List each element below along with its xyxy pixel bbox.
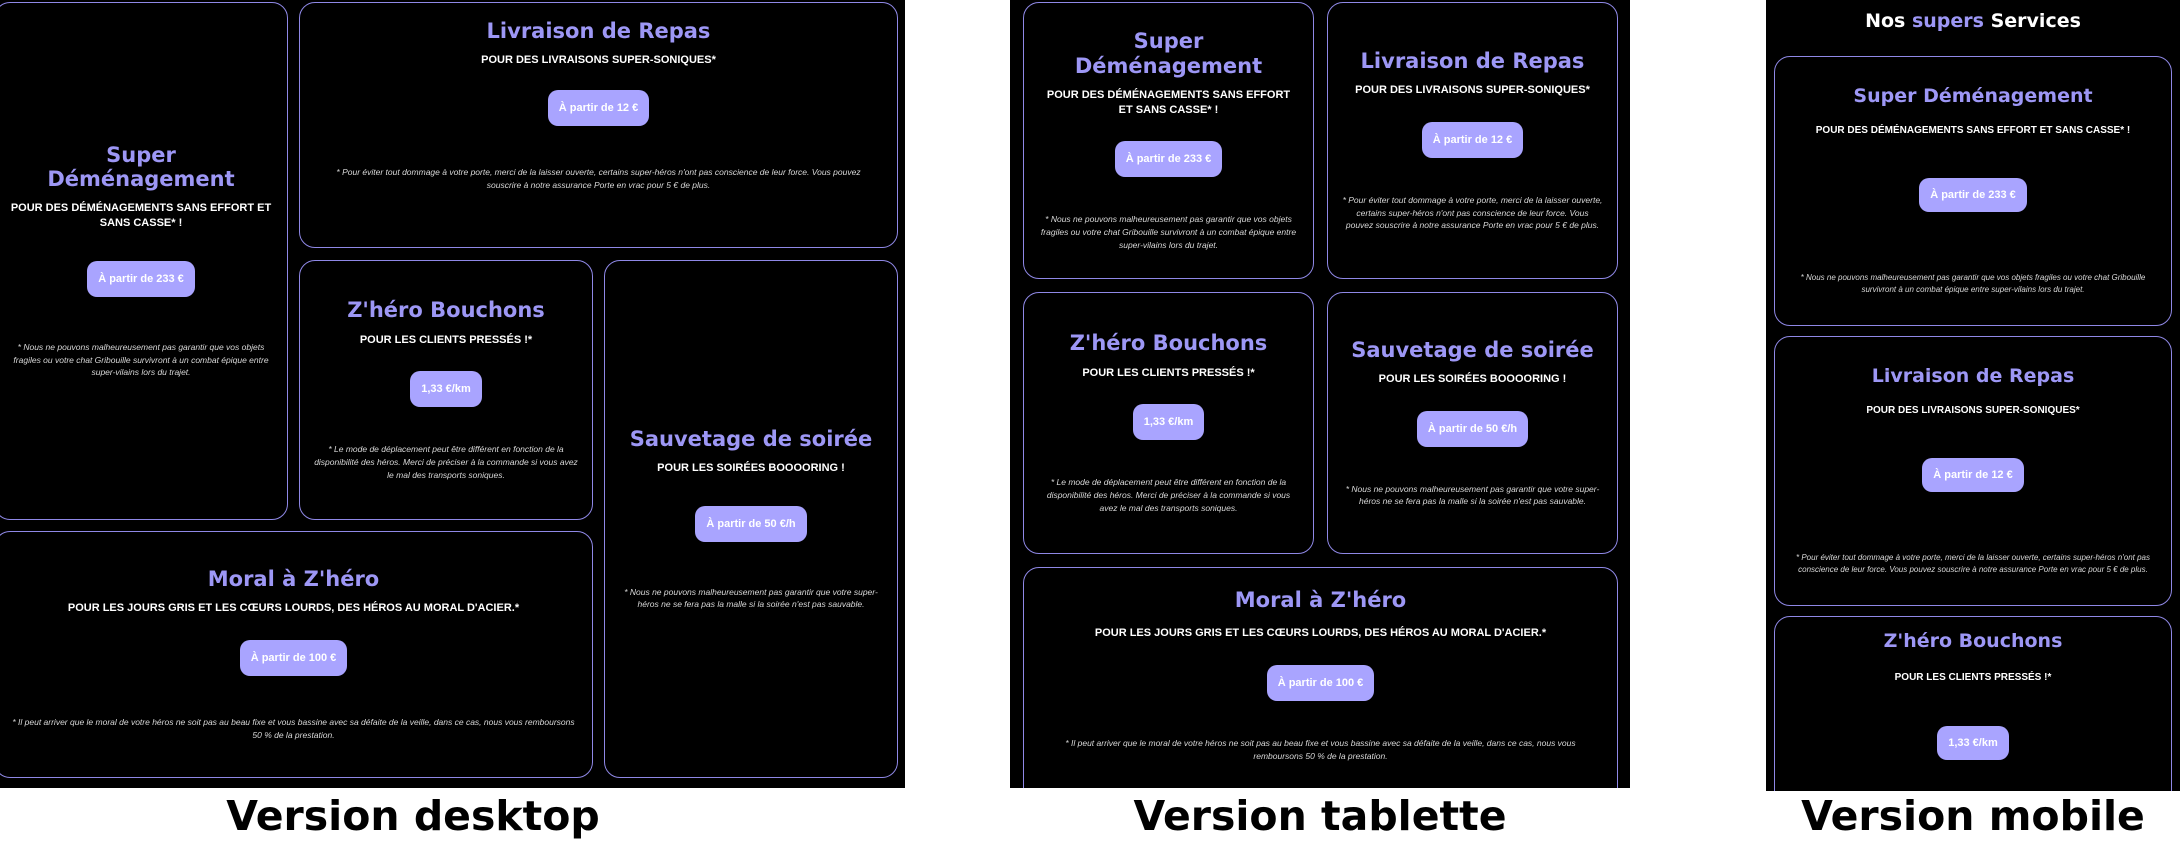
card-subtitle: POUR DES LIVRAISONS SUPER-SONIQUES* — [481, 54, 716, 67]
price-button[interactable]: À partir de 12 € — [1922, 457, 2024, 492]
card-subtitle: POUR DES DÉMÉNAGEMENTS SANS EFFORT ET SA… — [1815, 125, 2131, 137]
card-note: * Nous ne pouvons malheureusement pas ga… — [624, 586, 878, 610]
card-bouchons: Z'héro Bouchons POUR LES CLIENTS PRESSÉS… — [299, 260, 593, 520]
card-subtitle: POUR LES CLIENTS PRESSÉS !* — [1894, 671, 2052, 683]
caption-desktop: Version desktop — [226, 792, 600, 840]
card-note: * Pour éviter tout dommage à votre porte… — [1796, 552, 2150, 574]
desktop-preview: Super Déménagement POUR DES DÉMÉNAGEMENT… — [0, 0, 905, 788]
card-subtitle: POUR LES SOIRÉES BOOOORING ! — [657, 461, 845, 474]
card-soiree: Sauvetage de soirée POUR LES SOIRÉES BOO… — [604, 260, 898, 778]
card-subtitle: POUR DES LIVRAISONS SUPER-SONIQUES* — [1866, 405, 2080, 417]
card-subtitle: POUR DES LIVRAISONS SUPER-SONIQUES* — [1355, 84, 1590, 97]
card-note: * Nous ne pouvons malheureusement pas ga… — [1800, 272, 2146, 294]
price-button[interactable]: À partir de 233 € — [87, 260, 195, 297]
price-button[interactable]: À partir de 12 € — [547, 89, 650, 126]
card-demenagement: Super Déménagement POUR DES DÉMÉNAGEMENT… — [1023, 2, 1314, 279]
price-button[interactable]: À partir de 100 € — [239, 640, 348, 677]
card-subtitle: POUR LES JOURS GRIS ET LES CŒURS LOURDS,… — [1094, 627, 1547, 640]
card-bouchons: Z'héro Bouchons POUR LES CLIENTS PRESSÉS… — [1023, 292, 1314, 554]
card-title: Moral à Z'héro — [1234, 588, 1407, 612]
card-moral: Moral à Z'héro POUR LES JOURS GRIS ET LE… — [0, 531, 593, 778]
card-title: Z'héro Bouchons — [1883, 630, 2063, 652]
card-title: Super Déménagement — [47, 142, 235, 192]
card-demenagement: Super Déménagement POUR DES DÉMÉNAGEMENT… — [0, 2, 288, 520]
card-title: Livraison de Repas — [1360, 48, 1585, 73]
card-title: Z'héro Bouchons — [347, 298, 545, 323]
card-title: Super Déménagement — [1074, 29, 1263, 78]
card-livraison: Livraison de Repas POUR DES LIVRAISONS S… — [1774, 336, 2172, 606]
card-title: Livraison de Repas — [486, 19, 711, 43]
price-button[interactable]: 1,33 €/km — [1132, 404, 1205, 441]
section-heading: Nos supers Services — [1766, 10, 2180, 32]
card-bouchons: Z'héro Bouchons POUR LES CLIENTS PRESSÉS… — [1774, 616, 2172, 791]
caption-mobile: Version mobile — [1801, 792, 2145, 840]
card-title: Livraison de Repas — [1871, 365, 2075, 388]
card-note: * Il peut arriver que le moral de votre … — [12, 717, 575, 740]
heading-part: Services — [1990, 10, 2081, 32]
price-button[interactable]: À partir de 233 € — [1114, 141, 1223, 178]
price-button[interactable]: À partir de 50 €/h — [695, 505, 807, 542]
card-subtitle: POUR DES DÉMÉNAGEMENTS SANS EFFORT ET SA… — [10, 202, 272, 230]
card-title: Sauvetage de soirée — [629, 426, 873, 451]
card-moral: Moral à Z'héro POUR LES JOURS GRIS ET LE… — [1023, 567, 1618, 788]
mobile-preview: Nos supers Services Super Déménagement P… — [1766, 0, 2180, 791]
card-soiree: Sauvetage de soirée POUR LES SOIRÉES BOO… — [1327, 292, 1618, 554]
caption-tablet: Version tablette — [1133, 792, 1507, 840]
card-note: * Nous ne pouvons malheureusement pas ga… — [1345, 483, 1600, 507]
card-demenagement: Super Déménagement POUR DES DÉMÉNAGEMENT… — [1774, 56, 2172, 326]
card-subtitle: POUR DES DÉMÉNAGEMENTS SANS EFFORT ET SA… — [1046, 88, 1291, 116]
card-note: * Le mode de déplacement peut être diffé… — [314, 444, 578, 480]
heading-accent: supers — [1911, 10, 1984, 32]
card-note: * Pour éviter tout dommage à votre porte… — [1342, 194, 1603, 231]
tablet-preview: Super Déménagement POUR DES DÉMÉNAGEMENT… — [1010, 0, 1630, 788]
card-subtitle: POUR LES JOURS GRIS ET LES CŒURS LOURDS,… — [67, 602, 520, 615]
card-subtitle: POUR LES CLIENTS PRESSÉS !* — [359, 333, 533, 346]
price-button[interactable]: 1,33 €/km — [1937, 726, 2009, 761]
price-button[interactable]: À partir de 12 € — [1421, 121, 1524, 158]
card-subtitle: POUR LES CLIENTS PRESSÉS !* — [1082, 366, 1255, 379]
card-title: Sauvetage de soirée — [1351, 337, 1594, 362]
price-button[interactable]: À partir de 100 € — [1266, 664, 1375, 701]
price-button[interactable]: À partir de 233 € — [1919, 177, 2027, 212]
price-button[interactable]: À partir de 50 €/h — [1416, 410, 1529, 447]
card-note: * Il peut arriver que le moral de votre … — [1065, 737, 1576, 761]
card-livraison: Livraison de Repas POUR DES LIVRAISONS S… — [299, 2, 898, 248]
card-note: * Pour éviter tout dommage à votre porte… — [336, 166, 861, 190]
card-note: * Le mode de déplacement peut être diffé… — [1046, 477, 1291, 513]
card-subtitle: POUR LES SOIRÉES BOOOORING ! — [1378, 372, 1567, 385]
card-title: Super Déménagement — [1853, 85, 2093, 108]
card-title: Z'héro Bouchons — [1069, 331, 1268, 356]
card-note: * Nous ne pouvons malheureusement pas ga… — [13, 341, 269, 378]
heading-part: Nos — [1865, 10, 1906, 32]
card-title: Moral à Z'héro — [207, 567, 380, 592]
price-button[interactable]: 1,33 €/km — [410, 371, 482, 408]
card-livraison: Livraison de Repas POUR DES LIVRAISONS S… — [1327, 2, 1618, 279]
card-note: * Nous ne pouvons malheureusement pas ga… — [1040, 214, 1297, 250]
